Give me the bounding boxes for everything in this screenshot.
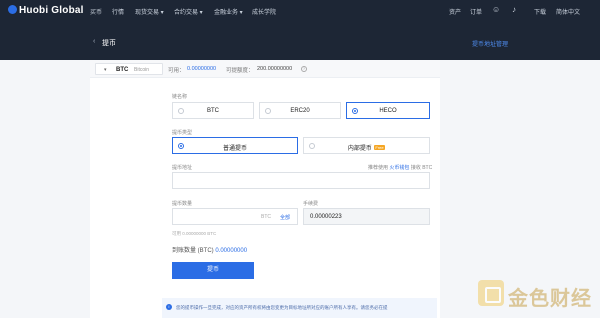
fee-value: 0.00000223: [310, 214, 342, 220]
type-option-internal[interactable]: 内部提币 Free: [303, 137, 430, 154]
top-nav: Huobi Global 买币 行情 现货交易 ▾ 合约交易 ▾ 金融业务 ▾ …: [0, 0, 600, 22]
nav-language[interactable]: 简体中文: [556, 7, 580, 16]
address-hint: 推荐使用 火币钱包 接收 BTC: [368, 165, 433, 171]
notice-text: 您的提币操作一旦完成，对应的资产所有权将由您变更为目标地址所对应的账户所有人享有…: [176, 305, 388, 310]
logo-mark-icon: [8, 5, 17, 14]
amount-input[interactable]: BTC 全部: [172, 208, 298, 225]
nav-download[interactable]: 下载: [534, 7, 546, 16]
nav-item-futures[interactable]: 合约交易 ▾: [174, 7, 203, 16]
caret-down-icon: ▾: [104, 67, 107, 73]
nav-orders[interactable]: 订单: [470, 7, 482, 16]
nav-item-buy[interactable]: 买币: [90, 7, 102, 16]
limit-label: 可提额度：: [226, 68, 254, 74]
watermark: 金色财经: [478, 276, 598, 310]
limit-value: 200.00000000: [257, 66, 293, 72]
huobi-logo[interactable]: Huobi Global: [8, 5, 84, 16]
back-arrow-icon[interactable]: ‹: [93, 38, 95, 45]
receive-amount: 到账数量 (BTC) 0.00000000: [172, 248, 248, 254]
page-title: 提币: [102, 40, 116, 47]
chain-label: 链名称: [172, 94, 188, 100]
notice-box: i 您的提币操作一旦完成，对应的资产所有权将由您变更为目标地址所对应的账户所有人…: [162, 298, 437, 318]
fee-field: 0.00000223: [303, 208, 430, 225]
nav-item-finance[interactable]: 金融业务 ▾: [214, 7, 243, 16]
coin-selector[interactable]: ▾ BTC Bitcoin: [95, 63, 163, 75]
info-circle-icon: i: [166, 304, 172, 310]
amount-unit: BTC: [261, 214, 271, 220]
nav-item-market[interactable]: 行情: [112, 7, 124, 16]
amount-label: 提币数量: [172, 201, 193, 207]
nav-item-spot[interactable]: 现货交易 ▾: [135, 7, 164, 16]
type-option-normal[interactable]: 普通提币: [172, 137, 298, 154]
info-icon[interactable]: ?: [301, 66, 307, 72]
receive-value: 0.00000000: [215, 248, 248, 254]
chain-option-btc[interactable]: BTC: [172, 102, 254, 119]
chain-option-heco[interactable]: HECO: [346, 102, 430, 119]
watermark-text: 金色财经: [508, 288, 592, 310]
type-label: 提币类型: [172, 130, 193, 136]
user-icon[interactable]: ☺: [492, 6, 500, 14]
withdraw-submit-button[interactable]: 提币: [172, 262, 254, 279]
available-label: 可用：: [168, 68, 185, 74]
amount-min-hint: 可用 0.00000000 BTC: [172, 231, 217, 236]
free-tag: Free: [373, 145, 386, 150]
available-value: 0.00000000: [187, 66, 217, 72]
address-label: 提币地址: [172, 165, 193, 171]
coin-symbol: BTC: [116, 67, 129, 73]
all-button[interactable]: 全部: [280, 214, 290, 221]
watermark-logo-icon: [478, 280, 504, 306]
fee-label: 手续费: [303, 201, 319, 207]
huobi-wallet-link[interactable]: 火币钱包: [389, 165, 409, 171]
nav-item-academy[interactable]: 成长学院: [252, 7, 276, 16]
bell-icon[interactable]: ♪: [512, 6, 516, 14]
coin-row: ▾ BTC Bitcoin 可用： 0.00000000 可提额度： 200.0…: [90, 60, 440, 78]
nav-assets[interactable]: 资产: [449, 7, 461, 16]
chain-option-erc20[interactable]: ERC20: [259, 102, 341, 119]
page-header: ‹ 提币 提币地址管理: [0, 22, 600, 60]
address-input[interactable]: [172, 172, 430, 189]
address-management-link[interactable]: 提币地址管理: [472, 39, 508, 48]
coin-name: Bitcoin: [134, 67, 150, 73]
withdraw-card: ▾ BTC Bitcoin 可用： 0.00000000 可提额度： 200.0…: [90, 60, 440, 318]
